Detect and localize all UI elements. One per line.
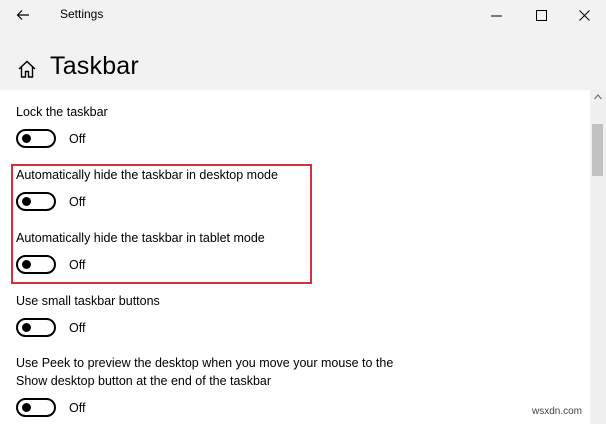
- minimize-icon: [490, 15, 502, 16]
- scroll-up-arrow-icon: [594, 94, 602, 100]
- toggle-state-lock-taskbar: Off: [69, 132, 86, 146]
- setting-label-lock-taskbar: Lock the taskbar: [16, 105, 108, 119]
- setting-label-autohide-tablet: Automatically hide the taskbar in tablet…: [16, 231, 265, 245]
- setting-label-autohide-desktop: Automatically hide the taskbar in deskto…: [16, 168, 278, 182]
- setting-label-peek-line2: Show desktop button at the end of the ta…: [16, 374, 272, 388]
- toggle-state-small-buttons: Off: [69, 321, 86, 335]
- toggle-peek[interactable]: [16, 398, 56, 417]
- window-title: Settings: [60, 7, 104, 21]
- toggle-lock-taskbar[interactable]: [16, 129, 56, 148]
- toggle-state-peek: Off: [69, 401, 86, 415]
- vertical-scrollbar[interactable]: [590, 90, 606, 424]
- toggle-state-autohide-tablet: Off: [69, 258, 86, 272]
- maximize-button[interactable]: [523, 2, 559, 28]
- close-icon: [578, 9, 590, 21]
- title-bar: Settings: [0, 0, 606, 30]
- scroll-thumb[interactable]: [592, 124, 603, 176]
- minimize-button[interactable]: [478, 2, 514, 28]
- toggle-small-buttons[interactable]: [16, 318, 56, 337]
- toggle-state-autohide-desktop: Off: [69, 195, 86, 209]
- setting-label-peek-line1: Use Peek to preview the desktop when you…: [16, 356, 394, 370]
- page-header: Taskbar: [0, 30, 606, 90]
- setting-label-small-buttons: Use small taskbar buttons: [16, 294, 160, 308]
- scroll-up-button[interactable]: [590, 90, 606, 104]
- page-title: Taskbar: [50, 52, 139, 80]
- back-arrow-icon: [16, 10, 29, 20]
- back-button[interactable]: [9, 4, 37, 26]
- toggle-autohide-desktop[interactable]: [16, 192, 56, 211]
- watermark: wsxdn.com: [532, 406, 583, 417]
- maximize-icon: [535, 9, 547, 21]
- close-button[interactable]: [566, 2, 602, 28]
- home-icon[interactable]: [15, 57, 39, 81]
- toggle-autohide-tablet[interactable]: [16, 255, 56, 274]
